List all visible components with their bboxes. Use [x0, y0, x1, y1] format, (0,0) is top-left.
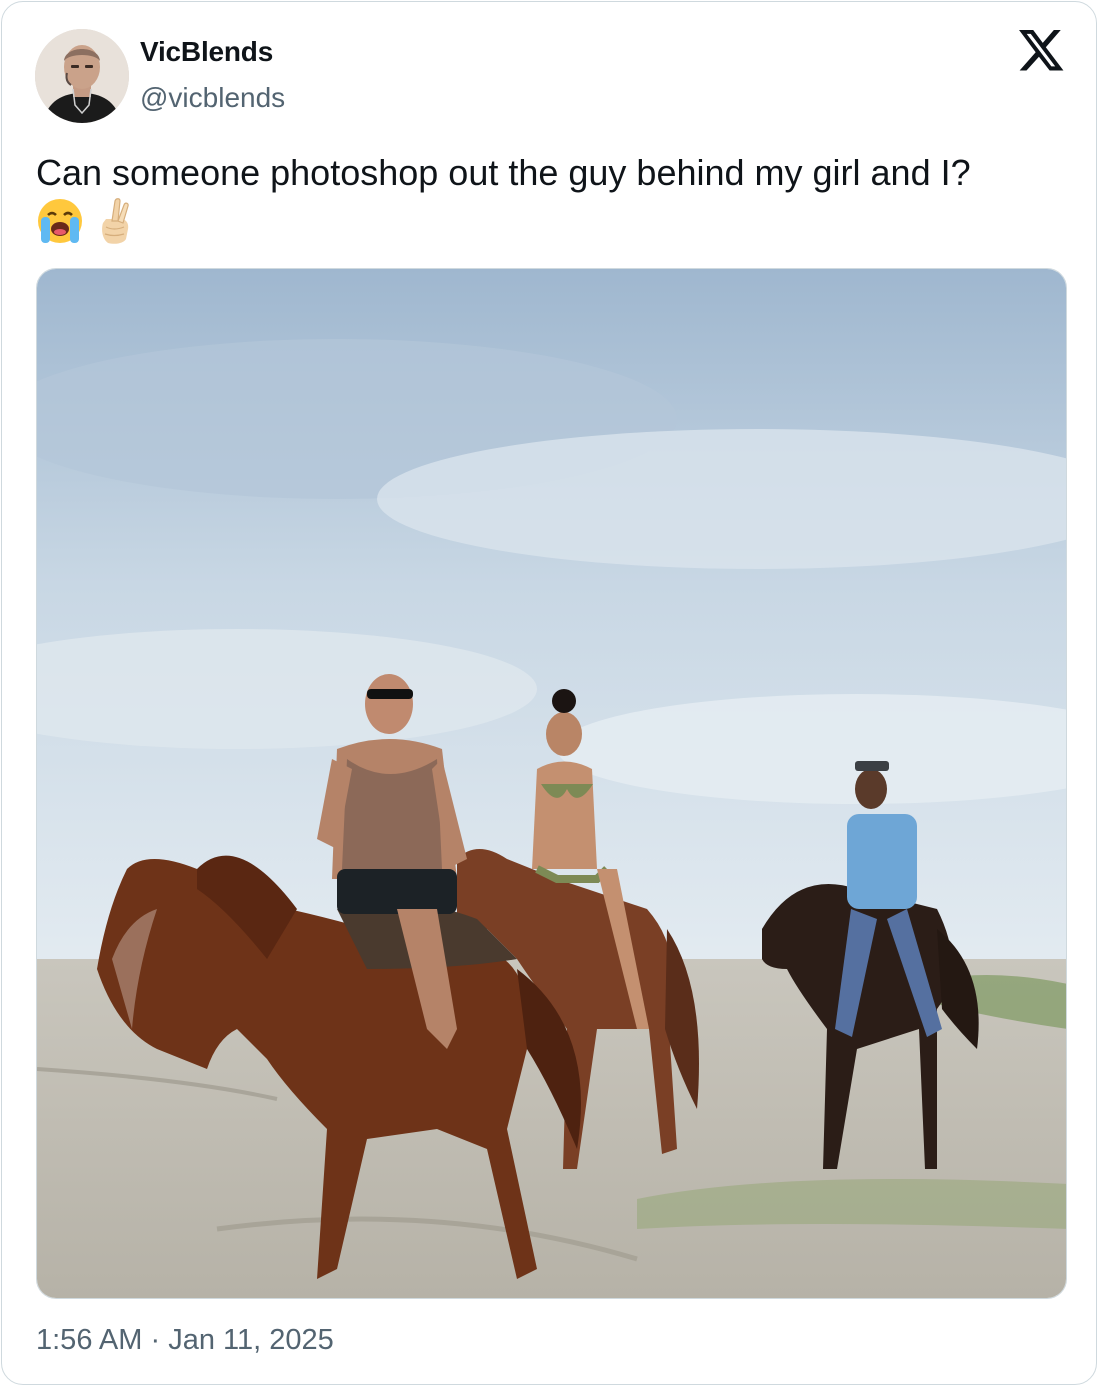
x-logo-icon[interactable] — [1019, 30, 1065, 74]
tweet-date[interactable]: Jan 11, 2025 — [168, 1324, 334, 1356]
tweet-emoji-row — [36, 196, 138, 246]
avatar-image — [35, 29, 129, 123]
tweet-timestamp[interactable]: 1:56 AM · Jan 11, 2025 — [36, 1324, 334, 1357]
tweet-photo[interactable] — [36, 268, 1067, 1299]
photo-horse-riding-beach — [37, 269, 1066, 1298]
avatar[interactable] — [35, 29, 129, 123]
tweet-text: Can someone photoshop out the guy behind… — [36, 152, 971, 193]
author-handle[interactable]: @vicblends — [140, 82, 285, 114]
timestamp-separator: · — [150, 1324, 161, 1356]
crossed-fingers-emoji — [102, 198, 129, 244]
loudly-crying-face-emoji — [38, 199, 82, 243]
author-display-name[interactable]: VicBlends — [140, 36, 273, 68]
tweet-time[interactable]: 1:56 AM — [36, 1324, 142, 1356]
tweet-card: VicBlends @vicblends Can someone photosh… — [1, 1, 1097, 1385]
